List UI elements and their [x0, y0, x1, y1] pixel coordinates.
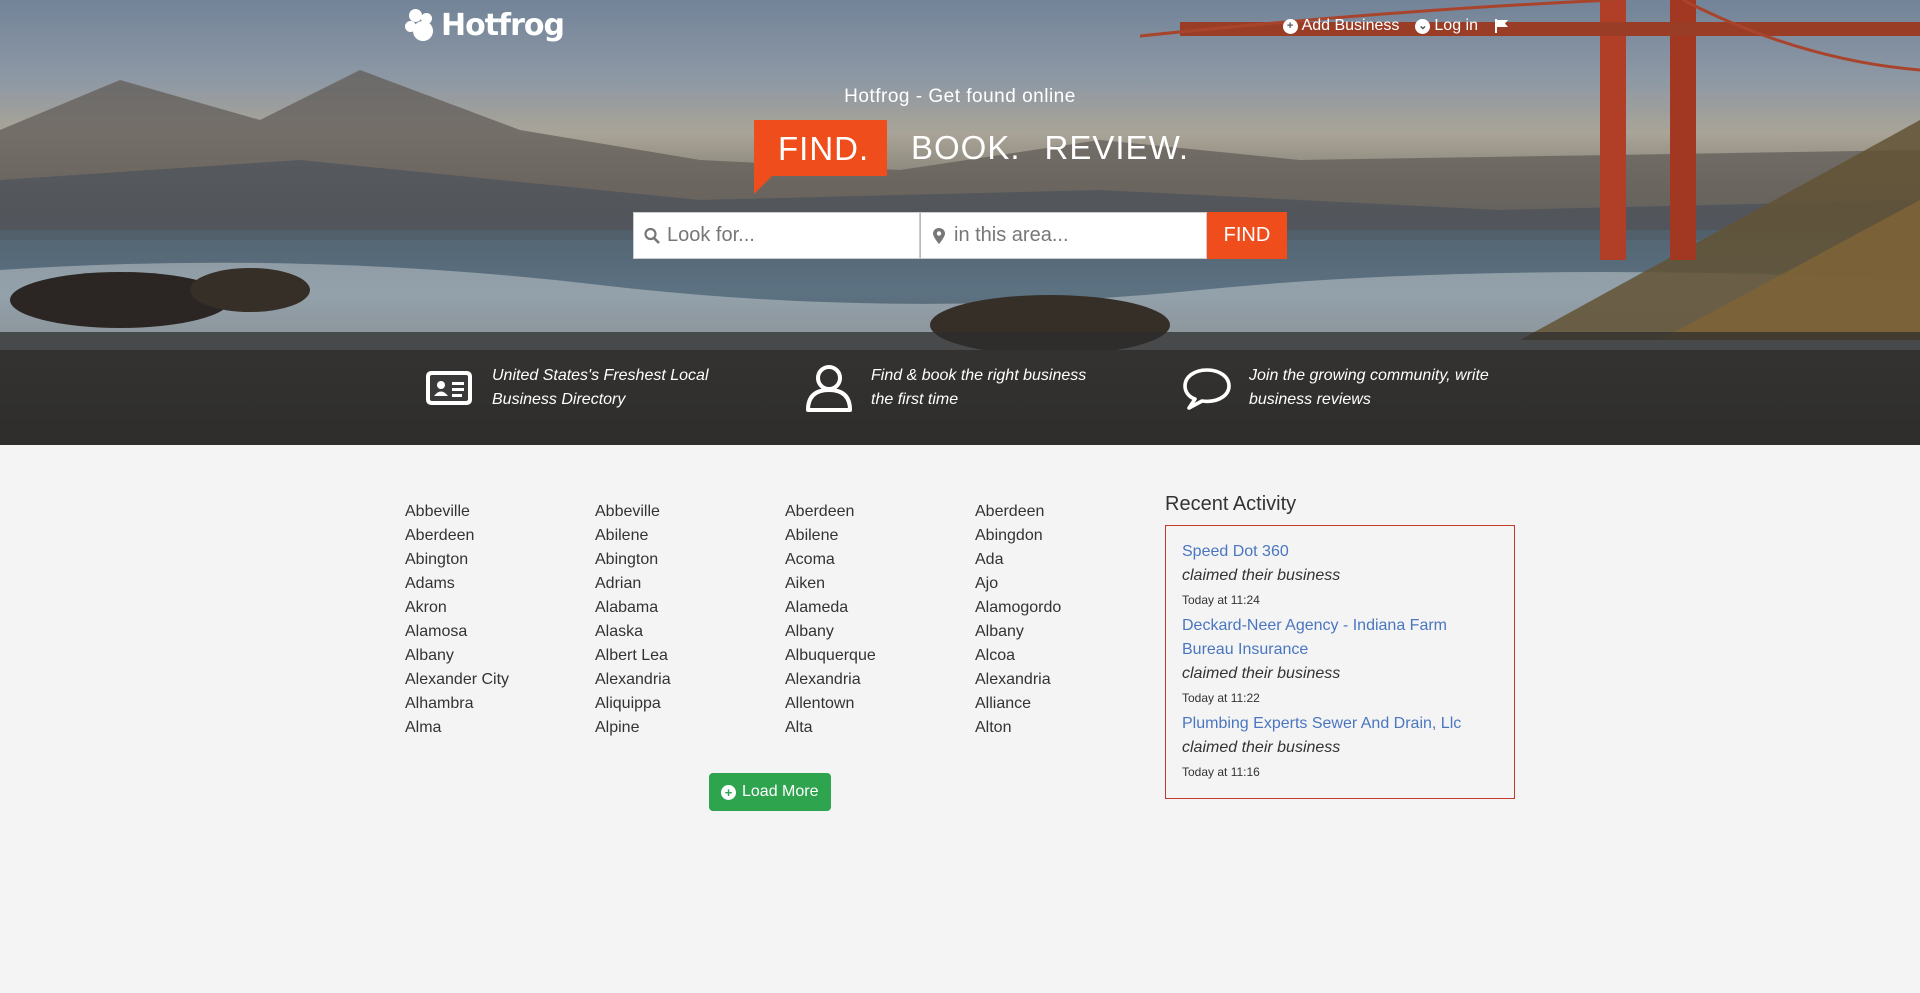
- activity-time: Today at 11:16: [1182, 765, 1260, 779]
- feature-find-book-text: Find & book the right business the first…: [871, 367, 1087, 408]
- search-bar: FIND: [633, 212, 1287, 259]
- city-link[interactable]: Alameda: [785, 596, 975, 620]
- city-link[interactable]: Albert Lea: [595, 644, 785, 668]
- city-link[interactable]: Abilene: [785, 524, 975, 548]
- city-link[interactable]: Alcoa: [975, 644, 1165, 668]
- features-strip: United States's Freshest Local Business …: [0, 332, 1920, 445]
- look-for-field: [633, 212, 920, 259]
- city-link[interactable]: Adams: [405, 572, 595, 596]
- recent-activity-panel: Speed Dot 360 claimed their business Tod…: [1165, 525, 1515, 799]
- map-marker-icon: [933, 228, 945, 244]
- city-link[interactable]: Alton: [975, 716, 1165, 740]
- area-field: [920, 212, 1207, 259]
- city-link[interactable]: Abington: [405, 548, 595, 572]
- area-input[interactable]: [921, 213, 1206, 258]
- activity-time: Today at 11:22: [1182, 691, 1260, 705]
- activity-action: claimed their business: [1182, 567, 1341, 584]
- slogan-find-text: FIND.: [778, 130, 870, 167]
- feature-reviews-text: Join the growing community, write busine…: [1249, 367, 1489, 408]
- city-link[interactable]: Alamogordo: [975, 596, 1165, 620]
- recent-activity-title: Recent Activity: [1165, 493, 1297, 515]
- city-link[interactable]: Alpine: [595, 716, 785, 740]
- city-link[interactable]: Aliquippa: [595, 692, 785, 716]
- login-label: Log in: [1434, 17, 1478, 34]
- city-link[interactable]: Aberdeen: [975, 500, 1165, 524]
- activity-action: claimed their business: [1182, 665, 1341, 682]
- slogan-review: REVIEW.: [1044, 129, 1190, 166]
- feature-find-book: Find & book the right business the first…: [803, 362, 1111, 414]
- activity-business-link[interactable]: Speed Dot 360: [1182, 540, 1498, 564]
- activity-item: Plumbing Experts Sewer And Drain, Llc cl…: [1182, 712, 1498, 782]
- login-link[interactable]: ⌄ Log in: [1415, 17, 1478, 35]
- city-link[interactable]: Albany: [405, 644, 595, 668]
- logo-text: Hotfrog: [441, 8, 565, 43]
- city-column: Abbeville Aberdeen Abington Adams Akron Alamo…: [405, 500, 595, 740]
- activity-action: claimed their business: [1182, 739, 1341, 756]
- city-link[interactable]: Ada: [975, 548, 1165, 572]
- city-column: Aberdeen Abingdon Ada Ajo Alamogordo Albany Al…: [975, 500, 1165, 740]
- frog-logo-icon: [405, 8, 439, 43]
- city-link[interactable]: Abington: [595, 548, 785, 572]
- slogan-book: BOOK.: [911, 129, 1021, 166]
- city-link[interactable]: Albany: [975, 620, 1165, 644]
- slogan-find: FIND.: [754, 120, 887, 194]
- city-link[interactable]: Alamosa: [405, 620, 595, 644]
- add-business-label: Add Business: [1301, 17, 1400, 34]
- city-link[interactable]: Alhambra: [405, 692, 595, 716]
- city-link[interactable]: Albany: [785, 620, 975, 644]
- user-icon: [806, 365, 852, 412]
- load-more-button[interactable]: + Load More: [709, 773, 831, 811]
- city-link[interactable]: Alabama: [595, 596, 785, 620]
- city-link[interactable]: Abbeville: [595, 500, 785, 524]
- city-link[interactable]: Acoma: [785, 548, 975, 572]
- feature-reviews: Join the growing community, write busine…: [1181, 362, 1489, 414]
- city-link[interactable]: Alexandria: [785, 668, 975, 692]
- city-directory: Abbeville Aberdeen Abington Adams Akron Alamo…: [405, 500, 1165, 740]
- search-icon: [644, 227, 660, 244]
- city-link[interactable]: Ajo: [975, 572, 1165, 596]
- add-business-link[interactable]: + Add Business: [1282, 17, 1400, 35]
- city-link[interactable]: Albuquerque: [785, 644, 975, 668]
- look-for-input[interactable]: [634, 213, 919, 258]
- city-link[interactable]: Aiken: [785, 572, 975, 596]
- chevron-down-circle-icon: ⌄: [1415, 18, 1431, 34]
- city-link[interactable]: Alexandria: [975, 668, 1165, 692]
- feature-directory: United States's Freshest Local Business …: [424, 362, 732, 414]
- city-link[interactable]: Aberdeen: [405, 524, 595, 548]
- activity-time: Today at 11:24: [1182, 593, 1260, 607]
- speech-bubble-icon: [1183, 368, 1231, 410]
- find-button[interactable]: FIND: [1207, 212, 1287, 259]
- city-column: Abbeville Abilene Abington Adrian Alabama Ala…: [595, 500, 785, 740]
- city-link[interactable]: Alliance: [975, 692, 1165, 716]
- plus-circle-icon: +: [721, 784, 736, 800]
- slogan: FIND. BOOK. REVIEW.: [754, 120, 1190, 194]
- hero-banner: Hotfrog + Add Business ⌄ Log in Hotfrog …: [0, 0, 1920, 445]
- plus-circle-icon: +: [1282, 18, 1298, 34]
- city-link[interactable]: Alma: [405, 716, 595, 740]
- city-link[interactable]: Abingdon: [975, 524, 1165, 548]
- city-link[interactable]: Alexandria: [595, 668, 785, 692]
- load-more-label: Load More: [742, 783, 819, 800]
- slogan-find-tail: [754, 176, 772, 194]
- hotfrog-logo[interactable]: Hotfrog: [405, 8, 565, 43]
- feature-directory-text: United States's Freshest Local Business …: [492, 367, 709, 408]
- city-link[interactable]: Abilene: [595, 524, 785, 548]
- city-link[interactable]: Abbeville: [405, 500, 595, 524]
- city-link[interactable]: Allentown: [785, 692, 975, 716]
- activity-item: Speed Dot 360 claimed their business Tod…: [1182, 540, 1498, 610]
- city-link[interactable]: Alaska: [595, 620, 785, 644]
- city-link[interactable]: Alexander City: [405, 668, 595, 692]
- activity-business-link[interactable]: Deckard-Neer Agency - Indiana Farm Burea…: [1182, 614, 1498, 662]
- city-link[interactable]: Akron: [405, 596, 595, 620]
- city-link[interactable]: Aberdeen: [785, 500, 975, 524]
- activity-business-link[interactable]: Plumbing Experts Sewer And Drain, Llc: [1182, 712, 1498, 736]
- top-nav: + Add Business ⌄ Log in: [1282, 17, 1510, 35]
- activity-item: Deckard-Neer Agency - Indiana Farm Burea…: [1182, 614, 1498, 708]
- city-column: Aberdeen Abilene Acoma Aiken Alameda Albany Al…: [785, 500, 975, 740]
- id-card-icon: [426, 371, 472, 405]
- flag-icon[interactable]: [1494, 18, 1510, 34]
- city-link[interactable]: Alta: [785, 716, 975, 740]
- tagline: Hotfrog - Get found online: [844, 86, 1076, 107]
- city-link[interactable]: Adrian: [595, 572, 785, 596]
